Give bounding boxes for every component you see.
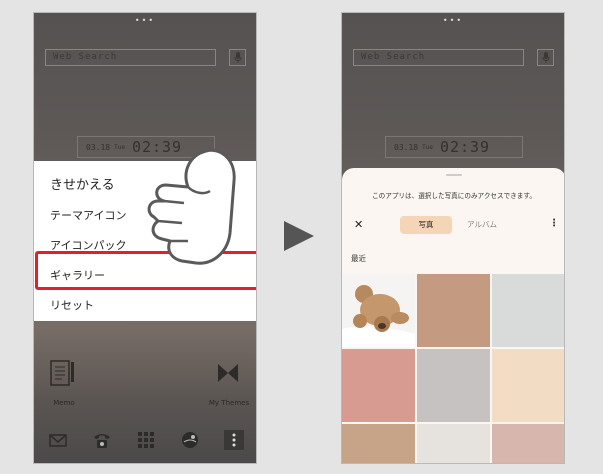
right-phone-screen: ••• Web Search 03.18 Tue 02:39 このアプリは、選択…: [341, 12, 565, 464]
phone-icon[interactable]: [91, 429, 113, 451]
close-icon[interactable]: ✕: [354, 218, 363, 231]
photo-thumbnail[interactable]: [417, 424, 490, 463]
photo-picker-sheet: このアプリは、選択した写真にのみアクセスできます。 ✕ 写真 アルバム ⋮ 最近: [342, 168, 564, 463]
photo-thumbnail[interactable]: [342, 349, 415, 422]
memo-icon[interactable]: [48, 360, 76, 388]
menu-title: きせかえる: [50, 178, 115, 193]
menu-item-theme-icon[interactable]: テーマアイコン: [50, 207, 126, 223]
clock-time: 02:39: [439, 138, 491, 156]
drag-handle[interactable]: [446, 174, 462, 176]
pointing-hand-icon: [147, 148, 236, 265]
next-step-arrow-icon: [284, 221, 314, 251]
photo-thumbnail[interactable]: [492, 349, 564, 422]
status-dots: •••: [134, 16, 156, 25]
teddy-bear-image: [342, 274, 415, 347]
photo-thumbnail[interactable]: [492, 274, 564, 347]
status-dots: •••: [442, 16, 464, 25]
clock-date: 03.18: [86, 142, 111, 152]
tab-photos[interactable]: 写真: [400, 216, 452, 234]
left-phone-screen: ••• Web Search 03.18 Tue 02:39 きせかえる テーマ…: [33, 12, 257, 464]
browser-icon[interactable]: [179, 429, 201, 451]
photo-thumbnail[interactable]: [417, 349, 490, 422]
clock-weekday: Tue: [114, 143, 125, 151]
dock: [34, 429, 256, 457]
mail-icon[interactable]: [47, 429, 69, 451]
section-label-recent: 最近: [351, 254, 366, 263]
search-bar[interactable]: Web Search: [353, 49, 524, 66]
memo-label: Memo: [53, 399, 75, 407]
my-themes-label: My Themes: [208, 399, 250, 407]
apps-grid-icon[interactable]: [135, 429, 157, 451]
clock-widget: 03.18 Tue 02:39: [385, 136, 523, 158]
clock-weekday: Tue: [422, 143, 433, 151]
photo-thumbnail[interactable]: [492, 424, 564, 463]
photo-thumbnail-teddy-bear[interactable]: [342, 274, 415, 347]
more-icon[interactable]: [223, 429, 245, 451]
my-themes-icon[interactable]: [217, 363, 239, 383]
photo-thumbnail[interactable]: [342, 424, 415, 463]
tab-albums[interactable]: アルバム: [456, 216, 508, 234]
more-options-icon[interactable]: ⋮: [549, 218, 559, 229]
clock-date: 03.18: [394, 142, 419, 152]
mic-icon[interactable]: [229, 49, 246, 66]
photo-thumbnail[interactable]: [417, 274, 490, 347]
menu-item-reset[interactable]: リセット: [50, 297, 94, 313]
search-bar[interactable]: Web Search: [45, 49, 216, 66]
access-notice: このアプリは、選択した写真にのみアクセスできます。: [372, 192, 536, 200]
mic-icon[interactable]: [537, 49, 554, 66]
